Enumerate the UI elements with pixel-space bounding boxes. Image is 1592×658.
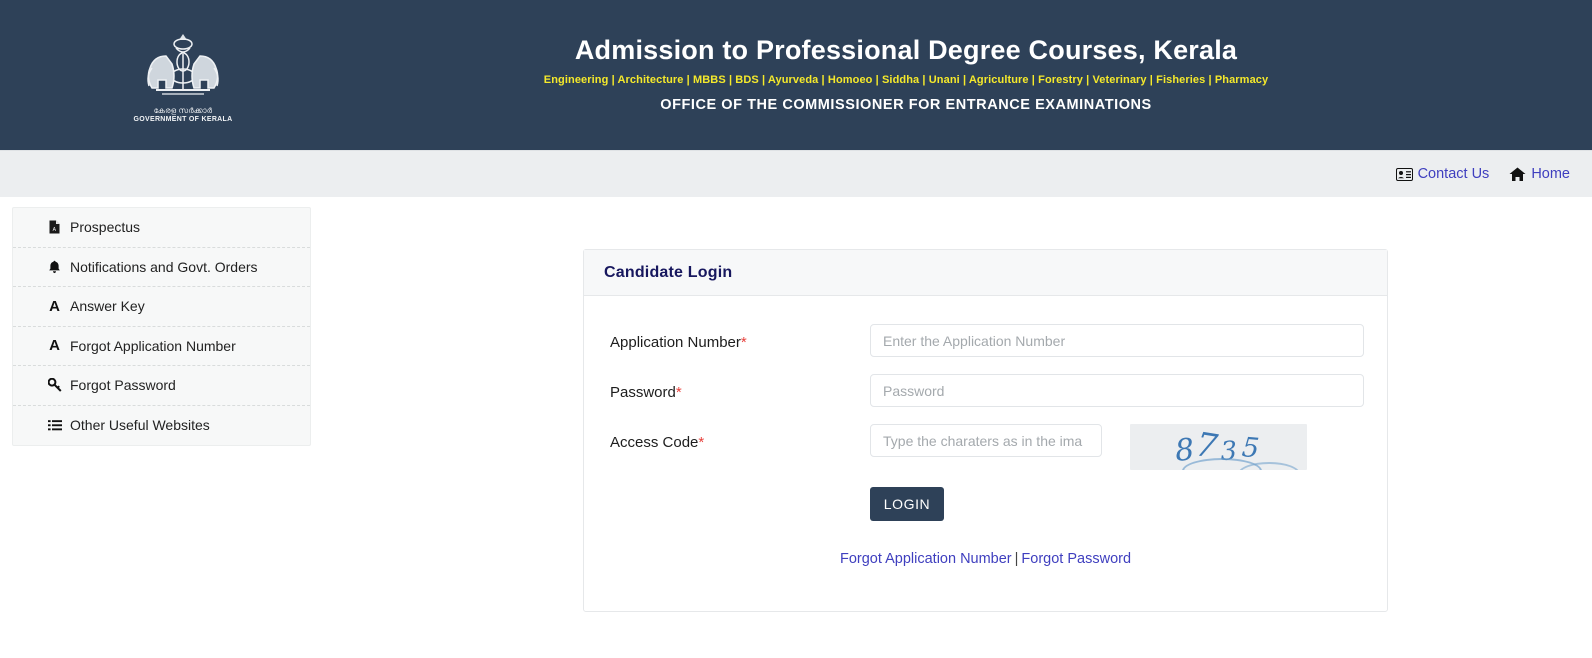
id-card-icon bbox=[1395, 167, 1413, 181]
emblem-graphic bbox=[147, 34, 219, 95]
application-number-input[interactable] bbox=[870, 324, 1364, 357]
course-list: Engineering | Architecture | MBBS | BDS … bbox=[543, 74, 1269, 86]
password-input[interactable] bbox=[870, 374, 1364, 407]
link-forgot-password[interactable]: Forgot Password bbox=[1021, 551, 1131, 567]
password-label-text: Password bbox=[610, 384, 676, 401]
form-row-password: Password* bbox=[584, 374, 1387, 407]
link-forgot-application-number[interactable]: Forgot Application Number bbox=[840, 551, 1012, 567]
office-subtitle: OFFICE OF THE COMMISSIONER FOR ENTRANCE … bbox=[660, 97, 1152, 113]
application-number-label-text: Application Number bbox=[610, 334, 741, 351]
link-separator: | bbox=[1014, 551, 1019, 567]
sidebar-item-answer-key[interactable]: A Answer Key bbox=[13, 287, 310, 327]
form-row-application-number: Application Number* bbox=[584, 324, 1387, 357]
top-navbar: Contact Us Home bbox=[0, 150, 1592, 197]
captcha-image[interactable]: 8735 bbox=[1130, 424, 1307, 470]
sidebar-item-other-useful-websites-label: Other Useful Websites bbox=[70, 417, 210, 434]
sidebar-item-answer-key-label: Answer Key bbox=[70, 298, 145, 315]
access-code-label: Access Code* bbox=[610, 424, 870, 453]
sidebar-item-prospectus[interactable]: A Prospectus bbox=[13, 208, 310, 248]
password-label: Password* bbox=[610, 374, 870, 403]
submit-row: LOGIN bbox=[584, 487, 1387, 521]
header-text-block: Admission to Professional Degree Courses… bbox=[280, 32, 1532, 115]
key-icon bbox=[47, 378, 62, 392]
candidate-login-panel: Candidate Login Application Number* Pass… bbox=[583, 249, 1388, 612]
pdf-file-icon: A bbox=[47, 220, 62, 234]
emblem-english-label: GOVERNMENT OF KERALA bbox=[133, 116, 233, 123]
access-code-label-text: Access Code bbox=[610, 434, 699, 451]
application-number-label: Application Number* bbox=[610, 324, 870, 353]
sidebar-item-forgot-password-label: Forgot Password bbox=[70, 377, 176, 394]
site-header: കേരള സർക്കാർ GOVERNMENT OF KERALA Admiss… bbox=[0, 0, 1592, 150]
sidebar-item-other-useful-websites[interactable]: Other Useful Websites bbox=[13, 406, 310, 446]
required-asterisk: * bbox=[698, 434, 705, 451]
page-title: Admission to Professional Degree Courses… bbox=[574, 35, 1238, 65]
access-code-input[interactable] bbox=[870, 424, 1102, 457]
letter-a-icon: A bbox=[49, 297, 60, 315]
letter-a-icon: A bbox=[49, 337, 60, 355]
panel-title: Candidate Login bbox=[604, 263, 733, 281]
kerala-government-emblem: കേരള സർക്കാർ GOVERNMENT OF KERALA bbox=[133, 26, 233, 130]
sidebar-item-forgot-application-number-label: Forgot Application Number bbox=[70, 337, 236, 354]
nav-link-contact-us[interactable]: Contact Us bbox=[1395, 165, 1490, 183]
sidebar-item-forgot-application-number[interactable]: A Forgot Application Number bbox=[13, 327, 310, 366]
sidebar-menu: A Prospectus Notifications and Govt. Ord… bbox=[12, 207, 311, 446]
bell-icon bbox=[47, 260, 62, 274]
sidebar-item-notifications[interactable]: Notifications and Govt. Orders bbox=[13, 248, 310, 287]
login-button[interactable]: LOGIN bbox=[870, 487, 944, 521]
emblem-malayalam-label: കേരള സർക്കാർ bbox=[153, 106, 213, 115]
sidebar-item-prospectus-label: Prospectus bbox=[70, 219, 141, 236]
required-asterisk: * bbox=[740, 334, 747, 351]
required-asterisk: * bbox=[675, 384, 682, 401]
nav-link-home[interactable]: Home bbox=[1509, 165, 1570, 183]
nav-link-contact-us-label: Contact Us bbox=[1417, 166, 1490, 182]
form-row-access-code: Access Code* 8735 bbox=[584, 424, 1387, 470]
sidebar-item-notifications-label: Notifications and Govt. Orders bbox=[70, 258, 258, 275]
list-icon bbox=[47, 419, 62, 431]
page-body: A Prospectus Notifications and Govt. Ord… bbox=[0, 197, 1592, 658]
helper-links: Forgot Application Number | Forgot Passwor… bbox=[584, 551, 1387, 567]
nav-link-home-label: Home bbox=[1531, 166, 1570, 182]
login-form: Application Number* Password* Access Cod… bbox=[584, 296, 1387, 567]
sidebar-item-forgot-password[interactable]: Forgot Password bbox=[13, 366, 310, 406]
home-icon bbox=[1509, 167, 1526, 182]
panel-header: Candidate Login bbox=[584, 250, 1387, 296]
